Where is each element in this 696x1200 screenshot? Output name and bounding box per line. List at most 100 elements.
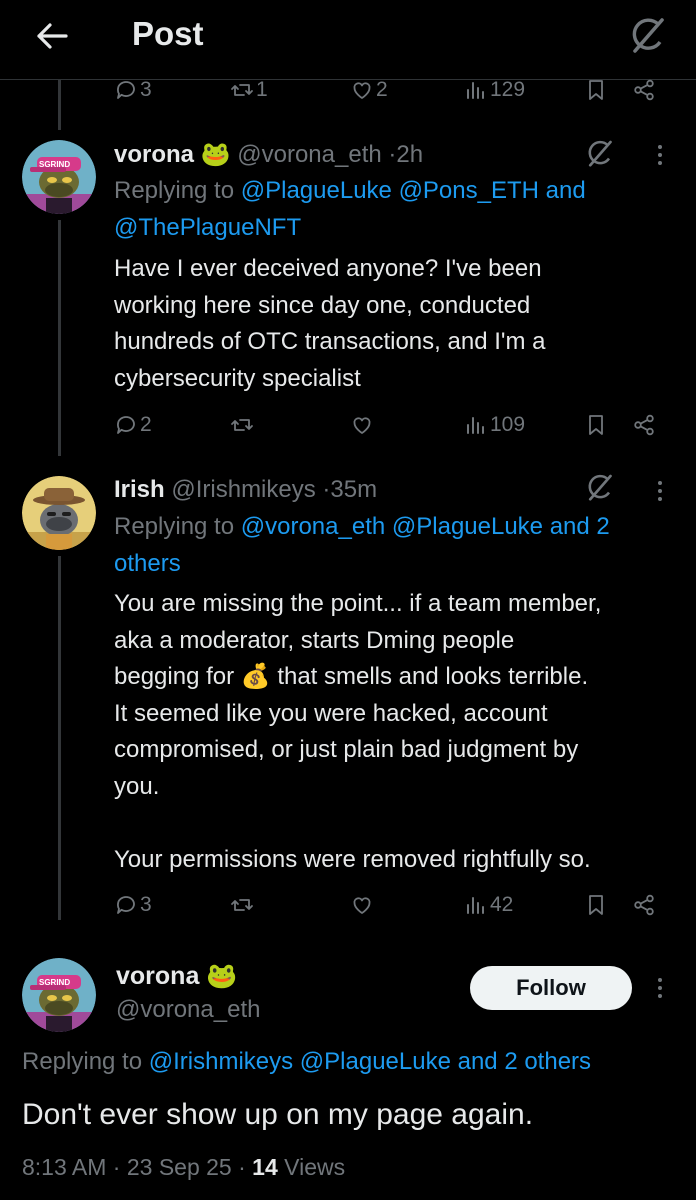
bookmark-button[interactable]: [584, 885, 608, 925]
repost-icon: [231, 419, 253, 431]
reply-button[interactable]: 2: [114, 405, 152, 445]
user-handle[interactable]: @vorona_eth: [237, 141, 381, 168]
back-arrow-icon[interactable]: [30, 14, 74, 58]
views-button[interactable]: 42: [464, 885, 513, 925]
reply-count: 3: [140, 78, 152, 101]
bookmark-icon: [589, 80, 603, 100]
repost-button[interactable]: 1: [230, 70, 268, 110]
mention-link[interactable]: @PlagueLuke: [392, 513, 543, 540]
thread-line: [58, 556, 61, 920]
frog-emoji-icon: 🐸: [206, 962, 238, 990]
others-link[interactable]: and 2 others: [458, 1048, 591, 1075]
share-icon: [634, 894, 654, 916]
views-icon: [467, 82, 484, 99]
user-handle[interactable]: @Irishmikeys: [171, 476, 315, 503]
grok-icon[interactable]: [582, 136, 618, 172]
views-count: 129: [490, 78, 526, 101]
reply-icon: [117, 896, 135, 914]
views-button[interactable]: 129: [464, 70, 525, 110]
follow-button[interactable]: Follow: [470, 966, 632, 1010]
reply-button[interactable]: 3: [114, 70, 152, 110]
reply-count: 3: [140, 893, 152, 916]
post-text-line: you.: [114, 772, 160, 800]
post-text-line: Your permissions were removed rightfully…: [114, 845, 591, 873]
share-button[interactable]: [632, 405, 656, 445]
post-text-line: Have I ever deceived anyone? I've been: [114, 255, 542, 282]
bookmark-button[interactable]: [584, 405, 608, 445]
post-text-line: begging for 💰 that smells and looks terr…: [114, 663, 589, 690]
post-text-line: [114, 805, 674, 842]
more-options-icon[interactable]: [650, 970, 670, 1006]
bookmark-icon: [589, 415, 603, 435]
avatar-cap-text: SGRIND: [39, 978, 70, 987]
like-button[interactable]: [350, 405, 376, 445]
share-button[interactable]: [632, 885, 656, 925]
views-icon: [467, 417, 484, 434]
action-bar: 3 1 2 129: [114, 70, 674, 110]
avatar-cap-text: SGRIND: [39, 160, 70, 169]
avatar[interactable]: [22, 476, 96, 550]
mention-link[interactable]: @Pons_ETH: [399, 177, 539, 204]
replying-label: Replying to: [114, 177, 235, 204]
share-icon: [634, 414, 654, 436]
replying-label: Replying to: [114, 513, 235, 540]
grok-icon[interactable]: [582, 470, 618, 506]
post-time[interactable]: 2h: [396, 141, 423, 168]
avatar[interactable]: SGRIND: [22, 140, 96, 214]
display-name-text: vorona: [116, 962, 200, 990]
more-options-icon[interactable]: [650, 137, 670, 173]
thread-line: [58, 220, 61, 456]
bookmark-button[interactable]: [584, 70, 608, 110]
like-button[interactable]: [350, 885, 376, 925]
replying-to: Replying to @Irishmikeys @PlagueLuke and…: [22, 1048, 591, 1076]
page-title: Post: [132, 15, 204, 52]
frog-emoji-icon: 🐸: [200, 141, 231, 168]
post-meta: 8:13 AM · 23 Sep 25 · 14 Views: [22, 1154, 345, 1181]
display-name[interactable]: vorona 🐸: [116, 962, 237, 991]
post-date[interactable]: 23 Sep 25: [127, 1154, 232, 1180]
user-handle[interactable]: @vorona_eth: [116, 996, 260, 1024]
heart-icon: [353, 417, 371, 434]
post-text-line: compromised, or just plain bad judgment …: [114, 736, 579, 763]
post-time[interactable]: 35m: [330, 476, 377, 503]
post-text-line: hundreds of OTC transactions, and I'm a: [114, 328, 546, 355]
like-button[interactable]: 2: [350, 70, 388, 110]
reply-icon: [117, 416, 135, 434]
post-text-line: You are missing the point... if a team m…: [114, 590, 602, 617]
reply-button[interactable]: 3: [114, 885, 152, 925]
post-text-line: It seemed like you were hacked, account: [114, 699, 548, 727]
post-text: You are missing the point... if a team m…: [114, 586, 674, 878]
post-time[interactable]: 8:13 AM: [22, 1154, 106, 1180]
display-name[interactable]: vorona: [114, 141, 194, 168]
post-text-line: aka a moderator, starts Dming people: [114, 626, 515, 654]
share-icon: [634, 79, 654, 101]
post-text: Have I ever deceived anyone? I've been w…: [114, 251, 674, 397]
repost-button[interactable]: [230, 405, 256, 445]
mention-link[interactable]: @PlagueLuke: [300, 1048, 451, 1075]
mention-link[interactable]: @vorona_eth: [241, 513, 385, 540]
grok-icon[interactable]: [624, 12, 672, 60]
views-count: 42: [490, 893, 514, 916]
post-text: Don't ever show up on my page again.: [22, 1098, 534, 1131]
avatar[interactable]: SGRIND: [22, 958, 96, 1032]
views-button[interactable]: 109: [464, 405, 525, 445]
views-count: 14: [252, 1154, 278, 1180]
display-name[interactable]: Irish: [114, 476, 165, 503]
mention-link[interactable]: @Irishmikeys: [149, 1048, 293, 1075]
separator-dot: ·: [112, 1154, 121, 1180]
replying-label: Replying to: [22, 1048, 143, 1075]
repost-icon: [231, 84, 253, 96]
mention-link[interactable]: @PlagueLuke: [241, 177, 392, 204]
more-options-icon[interactable]: [650, 473, 670, 509]
bookmark-icon: [589, 895, 603, 915]
repost-button[interactable]: [230, 885, 256, 925]
share-button[interactable]: [632, 70, 656, 110]
post-text-line: working here since day one, conducted: [114, 291, 531, 319]
views-icon: [467, 897, 484, 914]
post-header: Irish @Irishmikeys ·35m: [114, 476, 377, 504]
views-label: Views: [284, 1154, 346, 1180]
reply-icon: [117, 81, 135, 99]
views-count: 109: [490, 413, 526, 436]
mention-link[interactable]: @ThePlagueNFT: [114, 214, 301, 241]
reply-count: 2: [140, 413, 152, 436]
